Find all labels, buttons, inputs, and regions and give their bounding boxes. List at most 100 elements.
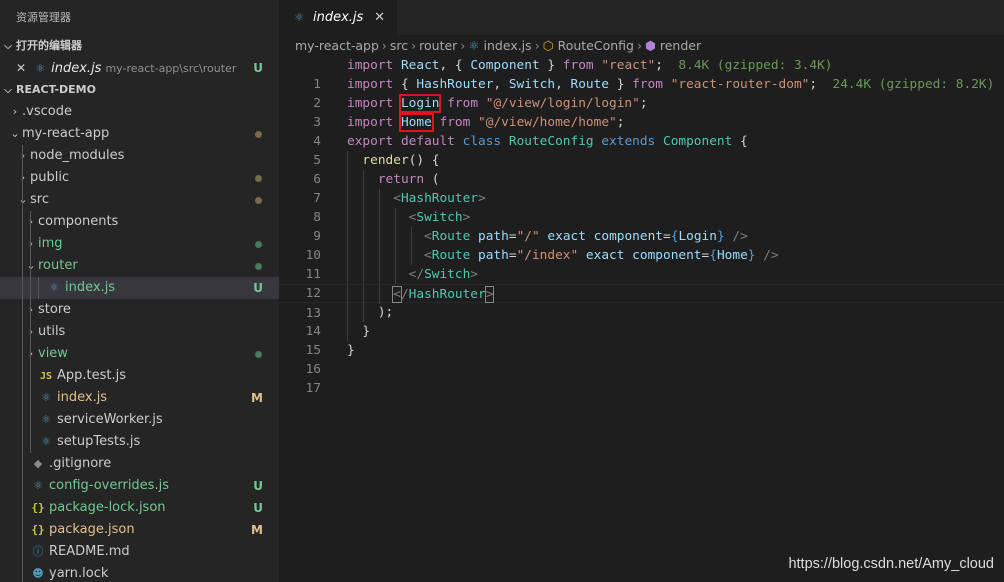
- tree-indent-guide: [30, 211, 31, 233]
- tree-folder[interactable]: › img: [0, 233, 279, 255]
- tree-indent-guide: [30, 343, 31, 365]
- tree-item-label: .vscode: [22, 104, 72, 119]
- tab-index-js[interactable]: ⚛ index.js ✕: [279, 0, 397, 35]
- tree-indent-guide: [30, 277, 31, 299]
- tree-indent-guide: [22, 233, 23, 255]
- project-header-label: REACT-DEMO: [16, 83, 96, 96]
- tree-folder[interactable]: ⌄ my-react-app: [0, 123, 279, 145]
- tree-item-label: store: [38, 302, 71, 317]
- chevron-down-icon: ⌵: [4, 41, 12, 52]
- code-line: 10 <Route path="/" exact component={Logi…: [279, 227, 1004, 263]
- code-line-text: <Switch>: [408, 210, 471, 225]
- code-line-text: render() {: [362, 153, 440, 168]
- tree-item-label: node_modules: [30, 148, 125, 163]
- code-line: 7 return (: [279, 170, 1004, 206]
- open-editor-path: my-react-app\src\router: [105, 62, 237, 75]
- tree-file[interactable]: {} package-lock.json U: [0, 497, 279, 519]
- code-line: 11 <Route path="/index" exact component=…: [279, 246, 1004, 282]
- tab-label: index.js: [313, 10, 364, 25]
- tree-file[interactable]: ⚛ config-overrides.js U: [0, 475, 279, 497]
- chevron-right-icon: ›: [28, 347, 34, 360]
- tree-item-label: components: [38, 214, 119, 229]
- breadcrumb-item[interactable]: router: [419, 38, 457, 53]
- code-line: 17: [279, 360, 1004, 396]
- git-change-dot: [255, 175, 262, 182]
- tree-file[interactable]: {} package.json M: [0, 519, 279, 541]
- import-cost-hint: 8.4K (gzipped: 3.4K): [678, 58, 833, 73]
- breadcrumb-item[interactable]: my-react-app: [295, 38, 379, 53]
- chevron-right-icon: ›: [534, 38, 540, 53]
- code-editor[interactable]: 1 import React, { Component } from "reac…: [279, 56, 1004, 396]
- code-line: 15 }: [279, 322, 1004, 358]
- chevron-down-icon: ⌄: [10, 127, 20, 140]
- tree-file[interactable]: ◆ .gitignore: [0, 453, 279, 475]
- tree-file[interactable]: ⓘ README.md: [0, 541, 279, 563]
- tree-indent-guide: [22, 519, 23, 541]
- tree-file[interactable]: ⚛ serviceWorker.js: [0, 409, 279, 431]
- tree-folder[interactable]: › .vscode: [0, 101, 279, 123]
- git-change-dot: [255, 263, 262, 270]
- open-editor-item[interactable]: ✕ ⚛ index.js my-react-app\src\router U: [0, 57, 279, 79]
- tree-folder[interactable]: › node_modules: [0, 145, 279, 167]
- tree-file[interactable]: ⚛ index.js M: [0, 387, 279, 409]
- tree-indent-guide: [22, 541, 23, 563]
- code-line-text: <Route path="/" exact component={Login} …: [424, 229, 748, 244]
- tree-folder[interactable]: › utils: [0, 321, 279, 343]
- code-line-text: import React, { Component } from "react"…: [347, 58, 833, 73]
- code-line: 4 import Home from "@/view/home/home";: [279, 113, 1004, 149]
- chevron-right-icon: ›: [28, 303, 34, 316]
- tree-indent-guide: [22, 497, 23, 519]
- chevron-right-icon: ›: [381, 38, 387, 53]
- project-header[interactable]: ⌵ REACT-DEMO: [0, 79, 279, 101]
- tree-indent-guide: [22, 409, 23, 431]
- tree-item-label: README.md: [49, 544, 130, 559]
- breadcrumb-item[interactable]: RouteConfig: [558, 38, 634, 53]
- tree-indent-guide: [22, 453, 23, 475]
- breadcrumb-item[interactable]: render: [660, 38, 701, 53]
- tree-folder[interactable]: › components: [0, 211, 279, 233]
- tree-item-label: .gitignore: [49, 456, 112, 471]
- tree-indent-guide: [22, 475, 23, 497]
- code-line-text: import { HashRouter, Switch, Route } fro…: [347, 77, 995, 92]
- tree-folder[interactable]: › store: [0, 299, 279, 321]
- json-file-icon: {}: [31, 501, 45, 514]
- close-icon[interactable]: ✕: [16, 57, 28, 79]
- breadcrumb-item[interactable]: src: [390, 38, 408, 53]
- tree-folder[interactable]: ⌄ router: [0, 255, 279, 277]
- explorer-sidebar: 资源管理器 ⌵ 打开的编辑器 ✕ ⚛ index.js my-react-app\sr…: [0, 0, 279, 582]
- code-line-text: <Route path="/index" exact component={Ho…: [424, 248, 779, 263]
- code-line-current: 13 </HashRouter>: [279, 284, 1004, 321]
- tree-folder[interactable]: › view: [0, 343, 279, 365]
- tree-indent-guide: [22, 255, 23, 277]
- watermark: https://blog.csdn.net/Amy_cloud: [788, 556, 994, 572]
- tree-indent-guide: [22, 365, 23, 387]
- chevron-right-icon: ›: [20, 149, 26, 162]
- tree-indent-guide: [22, 167, 23, 189]
- chevron-right-icon: ›: [460, 38, 466, 53]
- close-icon[interactable]: ✕: [374, 0, 385, 35]
- tree-indent-guide: [30, 409, 31, 431]
- tree-folder[interactable]: ⌄ src: [0, 189, 279, 211]
- chevron-down-icon: ⌄: [18, 193, 28, 206]
- tree-indent-guide: [22, 145, 23, 167]
- chevron-right-icon: ›: [12, 105, 18, 118]
- tree-indent-guide: [30, 387, 31, 409]
- code-line-text: </Switch>: [408, 267, 479, 282]
- open-editors-header[interactable]: ⌵ 打开的编辑器: [0, 35, 279, 57]
- code-line-text: }: [347, 343, 355, 358]
- tree-file[interactable]: JS App.test.js: [0, 365, 279, 387]
- tree-file[interactable]: ⚛ setupTests.js: [0, 431, 279, 453]
- react-file-icon: ⚛: [41, 413, 51, 426]
- git-status-badge: U: [253, 501, 263, 515]
- tree-folder[interactable]: › public: [0, 167, 279, 189]
- tree-file[interactable]: ☻ yarn.lock: [0, 563, 279, 582]
- tree-item-label: public: [30, 170, 70, 185]
- code-line: 5 export default class RouteConfig exten…: [279, 132, 1004, 168]
- code-line: 6 render() {: [279, 151, 1004, 187]
- breadcrumb-item[interactable]: index.js: [484, 38, 532, 53]
- git-status-badge: U: [253, 281, 263, 295]
- tree-indent-guide: [30, 255, 31, 277]
- class-symbol-icon: ⬡: [542, 38, 558, 53]
- tree-file[interactable]: ⚛ index.js U: [0, 277, 279, 299]
- highlight-box-login: Login: [398, 94, 442, 113]
